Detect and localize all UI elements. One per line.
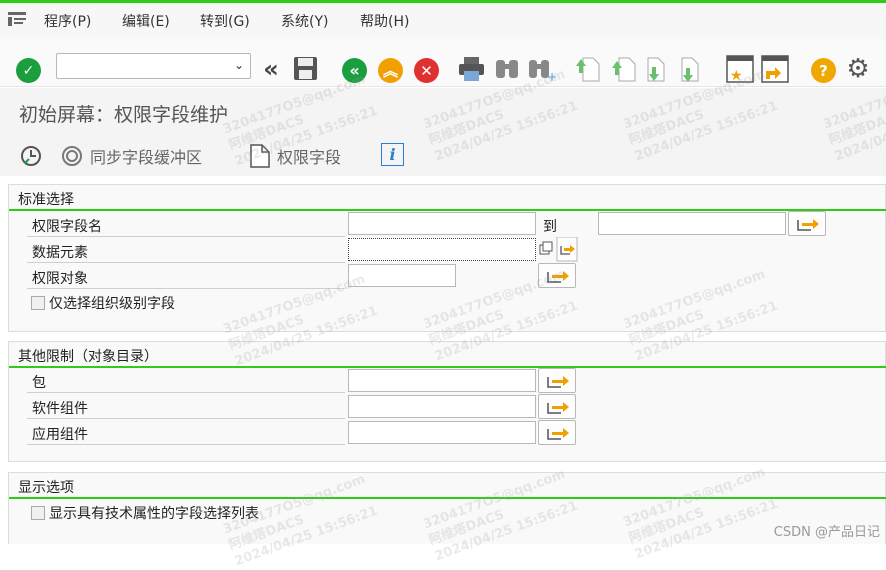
page-title: 初始屏幕：权限字段维护 xyxy=(19,104,229,126)
generate-shortcut-icon[interactable] xyxy=(761,55,789,83)
auth-object-label: 权限对象 xyxy=(32,271,88,287)
menu-program[interactable]: 程序(P) xyxy=(44,11,91,31)
menu-system[interactable]: 系统(Y) xyxy=(281,11,328,31)
label-underline xyxy=(27,236,345,237)
back-icon[interactable]: « xyxy=(342,58,367,83)
multiple-selection-icon xyxy=(797,219,819,231)
help-icon[interactable]: ? xyxy=(811,58,836,83)
section-divider xyxy=(9,366,886,368)
auth-field-name-label: 权限字段名 xyxy=(32,219,102,235)
info-icon: i xyxy=(381,143,404,166)
auth-object-input[interactable] xyxy=(348,264,456,287)
system-toolbar: ✓ ⌄ « « ︽ ✕ + ★ ? ⚙ xyxy=(0,39,886,87)
title-bar: 初始屏幕：权限字段维护 xyxy=(0,88,886,136)
cancel-icon[interactable]: ✕ xyxy=(414,58,439,83)
sync-field-buffer-button[interactable]: 同步字段缓冲区 xyxy=(60,144,202,168)
other-restrictions-section: 其他限制（对象目录） 包 软件组件 应用组件 xyxy=(8,341,886,462)
save-icon[interactable] xyxy=(293,56,318,81)
first-page-icon[interactable] xyxy=(575,55,601,83)
svg-text:★: ★ xyxy=(730,68,743,83)
multiple-selection-icon xyxy=(547,271,569,283)
section-title-display: 显示选项 xyxy=(18,480,74,496)
show-tech-attrs-checkbox[interactable] xyxy=(31,506,45,520)
menu-edit[interactable]: 编辑(E) xyxy=(122,11,170,31)
standard-selection-section: 标准选择 权限字段名 到 数据元素 权限对象 仅选择组织级别字段 xyxy=(8,184,886,332)
org-level-only-checkbox[interactable] xyxy=(31,296,45,310)
auth-field-label: 权限字段 xyxy=(277,148,342,167)
copy-multiple-icon xyxy=(539,236,578,262)
application-component-label: 应用组件 xyxy=(32,427,88,443)
auth-field-name-to-input[interactable] xyxy=(598,212,786,235)
label-underline xyxy=(27,418,345,419)
previous-page-icon[interactable] xyxy=(611,55,637,83)
auth-object-multi-button[interactable] xyxy=(538,263,576,288)
menu-goto[interactable]: 转到(G) xyxy=(200,11,250,31)
section-title-standard: 标准选择 xyxy=(18,192,74,208)
section-divider xyxy=(9,497,886,499)
auth-field-name-from-input[interactable] xyxy=(348,212,536,235)
label-underline xyxy=(27,262,345,263)
print-icon[interactable] xyxy=(458,56,485,82)
software-component-multi-button[interactable] xyxy=(538,394,576,419)
confirm-icon[interactable]: ✓ xyxy=(16,58,41,83)
next-page-icon[interactable] xyxy=(646,55,672,83)
settings-icon[interactable]: ⚙ xyxy=(844,54,872,84)
info-button[interactable]: i xyxy=(381,143,404,166)
to-label: 到 xyxy=(543,219,557,235)
menu-bar: 程序(P) 编辑(E) 转到(G) 系统(Y) 帮助(H) xyxy=(0,3,886,39)
data-element-multi-button[interactable] xyxy=(538,236,578,262)
sync-field-buffer-label: 同步字段缓冲区 xyxy=(90,148,203,167)
execute-clock-icon[interactable] xyxy=(19,144,43,168)
label-underline xyxy=(27,392,345,393)
chevron-down-icon[interactable]: ⌄ xyxy=(234,58,244,72)
application-toolbar: 同步字段缓冲区 权限字段 i xyxy=(0,136,886,176)
auth-field-button[interactable]: 权限字段 xyxy=(249,144,341,168)
section-title-other: 其他限制（对象目录） xyxy=(18,349,158,365)
package-multi-button[interactable] xyxy=(538,368,576,393)
back-double-icon[interactable]: « xyxy=(258,55,284,83)
multiple-selection-icon xyxy=(547,428,569,440)
label-underline xyxy=(27,288,345,289)
last-page-icon[interactable] xyxy=(680,55,706,83)
data-element-label: 数据元素 xyxy=(32,245,88,261)
software-component-input[interactable] xyxy=(348,395,536,418)
find-next-icon[interactable]: + xyxy=(528,56,556,82)
display-options-section: 显示选项 显示具有技术属性的字段选择列表 xyxy=(8,472,886,544)
exit-icon[interactable]: ︽ xyxy=(378,58,403,83)
section-divider xyxy=(9,209,886,211)
svg-text:+: + xyxy=(547,70,556,82)
footer-credit: CSDN @产品日记 xyxy=(773,525,880,540)
multiple-selection-icon xyxy=(547,376,569,388)
org-level-only-label: 仅选择组织级别字段 xyxy=(49,296,175,312)
sync-icon xyxy=(62,146,82,166)
create-session-icon[interactable]: ★ xyxy=(726,55,754,83)
command-field[interactable]: ⌄ xyxy=(56,53,251,79)
multiple-selection-button[interactable] xyxy=(788,211,826,236)
document-icon xyxy=(250,144,270,168)
application-component-multi-button[interactable] xyxy=(538,420,576,445)
find-icon[interactable] xyxy=(494,56,520,82)
show-tech-attrs-label: 显示具有技术属性的字段选择列表 xyxy=(49,506,259,522)
package-input[interactable] xyxy=(348,369,536,392)
menu-help[interactable]: 帮助(H) xyxy=(360,11,409,31)
multiple-selection-icon xyxy=(547,402,569,414)
data-element-input[interactable] xyxy=(348,238,536,261)
application-component-input[interactable] xyxy=(348,421,536,444)
menu-icon[interactable] xyxy=(8,12,26,26)
software-component-label: 软件组件 xyxy=(32,401,88,417)
package-label: 包 xyxy=(32,375,46,391)
label-underline xyxy=(27,444,345,445)
